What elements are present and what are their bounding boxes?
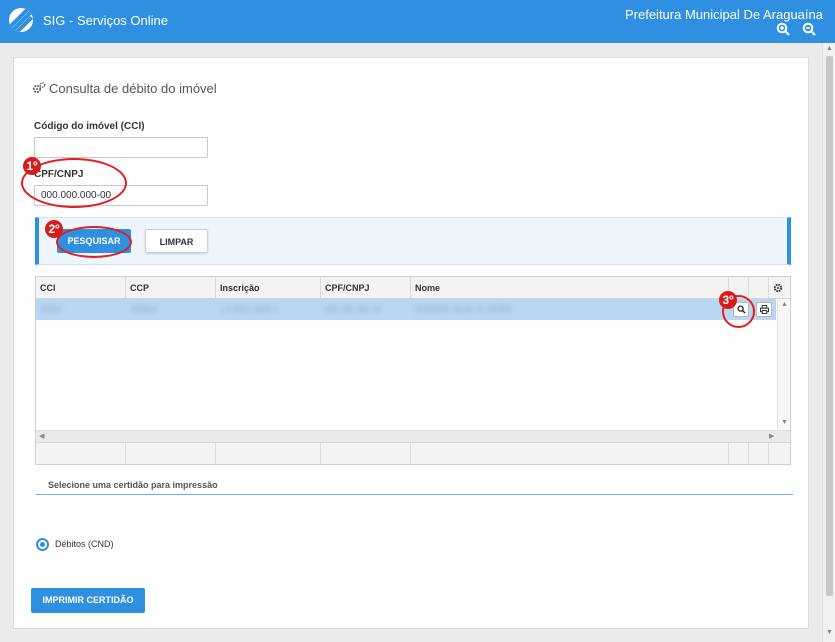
cell-nome: HUDSON SILVA OLIVEIRA [415,305,513,314]
page-scrollbar-thumb[interactable] [826,56,833,596]
section-divider [36,494,793,495]
results-grid: CCI CCP Inscrição CPF/CNPJ Nome 30305 22… [35,276,791,465]
column-header-cci[interactable]: CCI [36,277,126,299]
cci-label: Código do imóvel (CCI) [34,121,145,132]
app-title: SIG - Serviços Online [43,13,168,28]
app-logo [9,8,33,32]
cell-ccp: 220903 [130,305,157,314]
zoom-in-icon[interactable] [776,22,790,36]
radio-debitos-cnd[interactable] [36,538,49,551]
page-scrollbar[interactable]: ▲ ▼ [822,43,835,642]
column-header-cpf[interactable]: CPF/CNPJ [321,277,411,299]
top-bar: SIG - Serviços Online Prefeitura Municip… [0,0,835,43]
grid-header: CCI CCP Inscrição CPF/CNPJ Nome [36,277,790,299]
annotation-badge-3: 3º [719,291,737,309]
page-title-text: Consulta de débito do imóvel [49,81,217,96]
clear-button[interactable]: LIMPAR [145,229,208,253]
zoom-out-icon[interactable] [802,22,816,36]
column-header-print [749,277,769,299]
cci-input[interactable] [34,137,208,158]
table-row[interactable]: 30305 220903 1.4.0013.0002.1 025.035.361… [36,299,776,320]
radio-label-debitos-cnd[interactable]: Débitos (CND) [55,539,114,549]
gear-icon[interactable] [769,277,790,299]
annotation-badge-1: 1º [23,157,41,175]
content-card: Consulta de débito do imóvel Código do i… [13,57,809,629]
column-header-nome[interactable]: Nome [411,277,729,299]
certificate-section-title: Selecione uma certidão para impressão [48,480,218,490]
annotation-circle-2 [56,226,132,258]
cell-cpf: 025.035.361-06 [325,305,382,314]
action-bar: PESQUISAR LIMPAR [35,217,791,265]
print-certificate-button[interactable]: IMPRIMIR CERTIDÃO [31,588,145,613]
printer-icon[interactable] [756,302,772,317]
grid-vertical-scrollbar[interactable]: ▲ ▼ [777,299,790,430]
organization-name: Prefeitura Municipal De Araguaína [624,7,823,22]
grid-horizontal-scrollbar[interactable]: ◀ ▶ [36,430,790,442]
gears-icon [32,81,46,95]
cell-cci: 30305 [40,305,63,314]
column-header-inscricao[interactable]: Inscrição [216,277,321,299]
grid-footer [36,442,790,464]
page-title: Consulta de débito do imóvel [32,81,217,96]
cell-inscricao: 1.4.0013.0002.1 [220,305,278,314]
column-header-ccp[interactable]: CCP [126,277,216,299]
annotation-badge-2: 2º [45,220,63,238]
